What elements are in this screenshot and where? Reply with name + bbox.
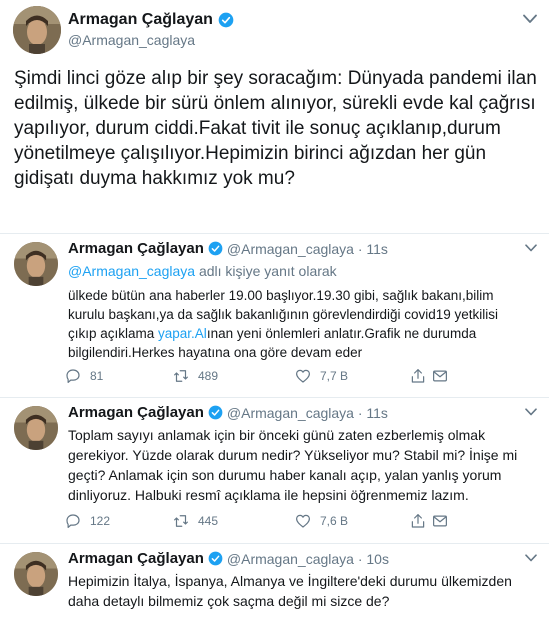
chevron-down-icon[interactable] xyxy=(525,408,537,416)
mail-icon xyxy=(433,515,447,527)
like-count: 7,7 B xyxy=(320,369,349,383)
retweet-button[interactable]: 489 xyxy=(172,367,218,385)
verified-badge-icon xyxy=(208,241,223,256)
heart-icon xyxy=(296,514,310,528)
author-name[interactable]: Armagan Çağlayan xyxy=(68,11,234,29)
like-button[interactable]: 7,6 B xyxy=(294,512,348,530)
mention-link[interactable]: @Armagan_caglaya xyxy=(68,263,195,279)
reply-header: Armagan Çağlayan @Armagan_caglaya · 10s xyxy=(68,550,389,567)
avatar[interactable] xyxy=(14,242,58,286)
share-icon xyxy=(411,369,425,383)
reply-icon xyxy=(66,369,80,383)
main-tweet: Armagan Çağlayan @Armagan_caglaya Şimdi … xyxy=(0,0,549,234)
tweet-text: Toplam sayıyı anlamak için bir önceki gü… xyxy=(68,427,518,503)
tweet-actions: 122 445 7,6 B xyxy=(64,512,454,532)
reply-button[interactable]: 81 xyxy=(64,367,103,385)
avatar[interactable] xyxy=(14,406,58,450)
share-button[interactable] xyxy=(409,512,427,530)
author-name[interactable]: Armagan Çağlayan xyxy=(68,404,204,421)
chevron-down-icon[interactable] xyxy=(525,554,537,562)
author-name-text[interactable]: Armagan Çağlayan xyxy=(68,11,213,29)
author-name[interactable]: Armagan Çağlayan xyxy=(68,240,204,257)
chevron-down-icon[interactable] xyxy=(525,244,537,252)
reply-header: Armagan Çağlayan @Armagan_caglaya · 11s xyxy=(68,404,388,421)
retweet-icon xyxy=(174,370,188,382)
tweet-text: Hepimizin İtalya, İspanya, Almanya ve İn… xyxy=(68,573,512,609)
share-button[interactable] xyxy=(409,367,427,385)
like-button[interactable]: 7,7 B xyxy=(294,367,348,385)
replying-to-label: adlı kişiye yanıt olarak xyxy=(195,263,337,279)
tweet-text: Şimdi linci göze alıp bir şey soracağım:… xyxy=(14,68,537,189)
reply-button[interactable]: 122 xyxy=(64,512,110,530)
verified-badge-icon xyxy=(208,551,223,566)
verified-badge-icon xyxy=(218,12,234,28)
reply-tweet[interactable]: Armagan Çağlayan @Armagan_caglaya · 10s … xyxy=(0,544,549,640)
retweet-icon xyxy=(174,515,188,527)
handle-and-time[interactable]: @Armagan_caglaya · 11s xyxy=(227,241,388,257)
reply-tweet[interactable]: Armagan Çağlayan @Armagan_caglaya · 11s … xyxy=(0,398,549,544)
handle-and-time[interactable]: @Armagan_caglaya · 10s xyxy=(227,551,389,567)
author-handle[interactable]: @Armagan_caglaya xyxy=(68,32,195,48)
tweet-link[interactable]: yapar.Al xyxy=(158,326,207,341)
reply-count: 122 xyxy=(90,514,111,528)
dm-button[interactable] xyxy=(431,367,449,385)
reply-header: Armagan Çağlayan @Armagan_caglaya · 11s xyxy=(68,240,388,257)
reply-tweet[interactable]: Armagan Çağlayan @Armagan_caglaya · 11s … xyxy=(0,234,549,398)
verified-badge-icon xyxy=(208,405,223,420)
chevron-down-icon[interactable] xyxy=(523,14,537,24)
reply-count: 81 xyxy=(90,369,104,383)
heart-icon xyxy=(296,369,310,383)
author-name[interactable]: Armagan Çağlayan xyxy=(68,550,204,567)
tweet-text: ülkede bütün ana haberler 19.00 başlıyor… xyxy=(68,286,528,362)
reply-icon xyxy=(66,514,80,528)
like-count: 7,6 B xyxy=(320,514,349,528)
retweet-count: 489 xyxy=(198,369,219,383)
replying-to: @Armagan_caglaya adlı kişiye yanıt olara… xyxy=(68,263,337,279)
retweet-count: 445 xyxy=(198,514,219,528)
mail-icon xyxy=(433,370,447,382)
retweet-button[interactable]: 445 xyxy=(172,512,218,530)
tweet-actions: 81 489 7,7 B xyxy=(64,367,454,387)
share-icon xyxy=(411,514,425,528)
avatar[interactable] xyxy=(13,6,61,54)
handle-and-time[interactable]: @Armagan_caglaya · 11s xyxy=(227,405,388,421)
avatar[interactable] xyxy=(14,552,58,596)
dm-button[interactable] xyxy=(431,512,449,530)
